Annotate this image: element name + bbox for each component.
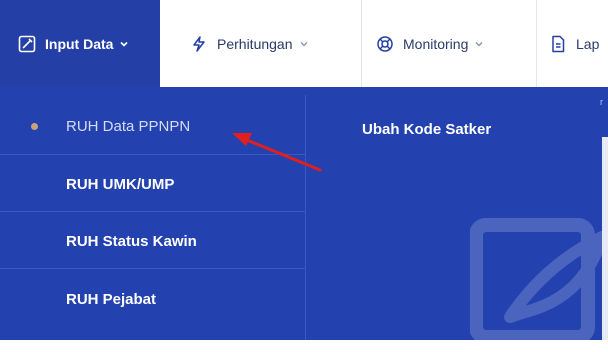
annotation-arrow-icon — [232, 133, 322, 172]
